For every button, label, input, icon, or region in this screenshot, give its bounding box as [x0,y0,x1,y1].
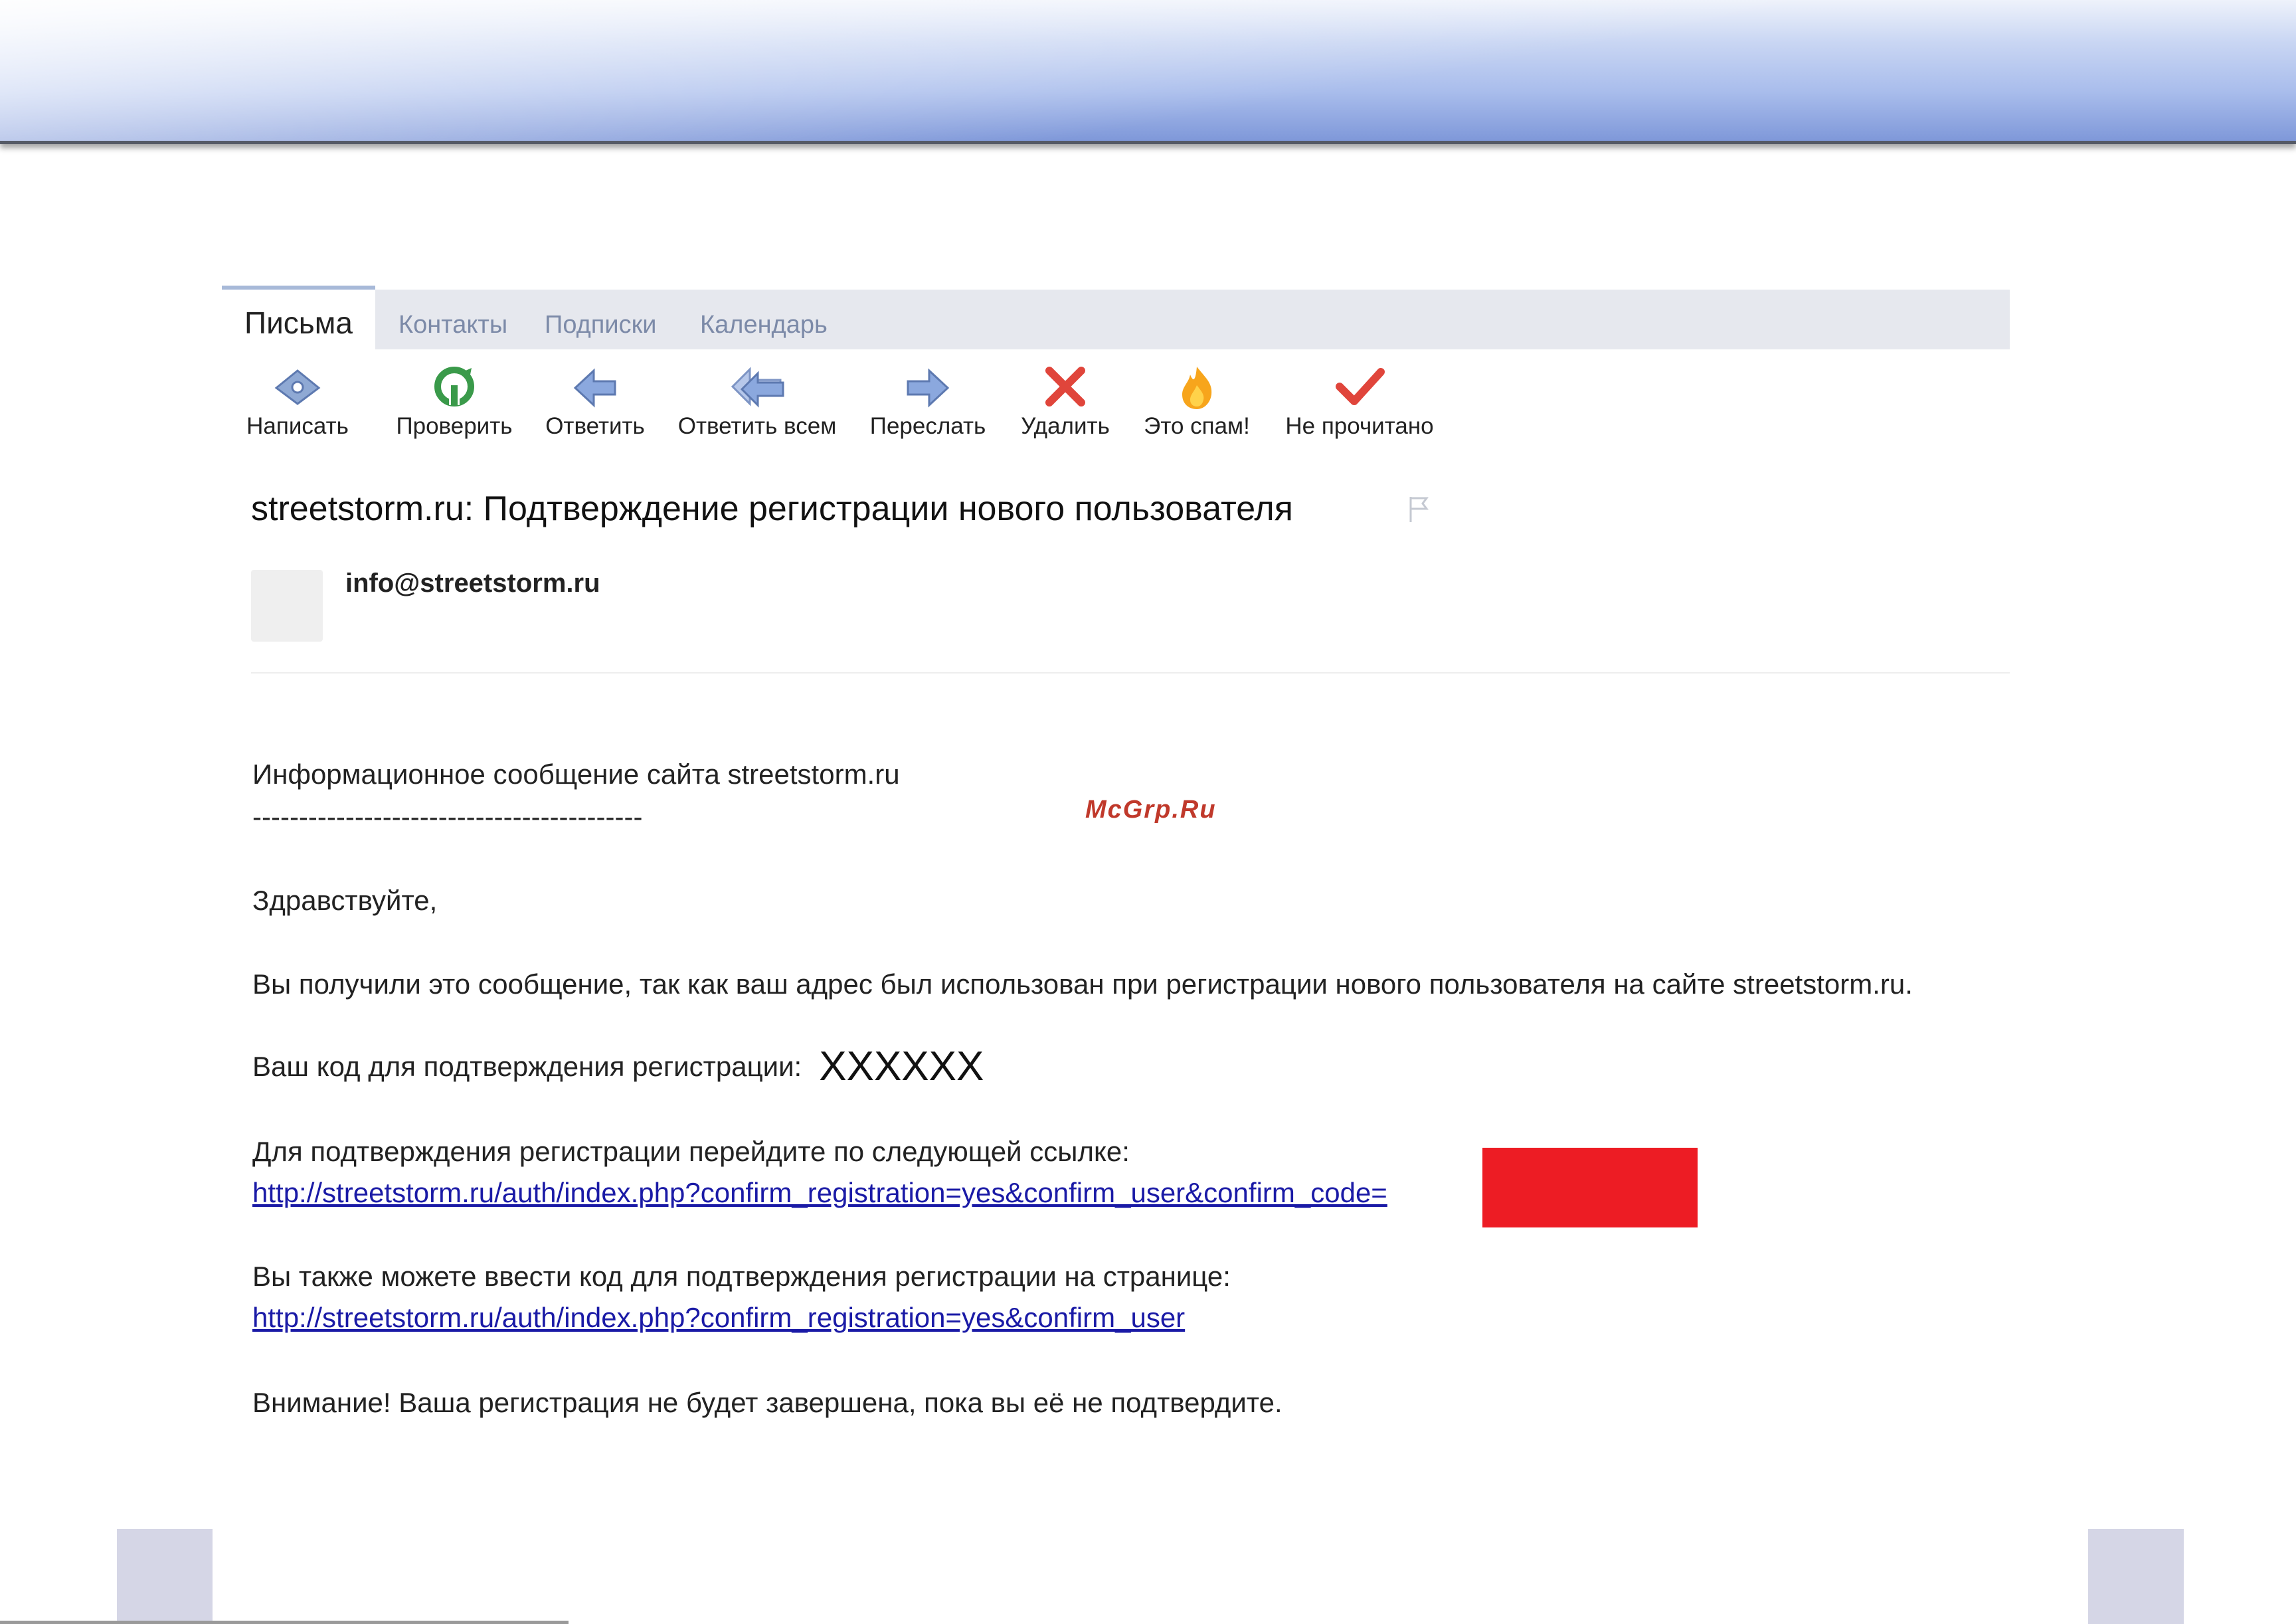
page-label: Вы также можете ввести код для подтвержд… [252,1261,1231,1292]
corner-block-left [117,1529,213,1624]
corner-block-right [2088,1529,2184,1624]
greeting-line: Здравствуйте, [252,885,438,916]
reply-label: Ответить [545,413,645,439]
mark-unread-label: Не прочитано [1285,413,1434,439]
tab-subscriptions[interactable]: Подписки [545,290,656,349]
tab-calendar[interactable]: Календарь [700,290,828,349]
code-line: Ваш код для подтверждения регистрации: XX… [252,1043,984,1090]
reply-button[interactable]: Ответить [539,361,651,440]
spam-label: Это спам! [1144,413,1250,439]
delete-icon [1045,367,1085,406]
confirmation-code: XXXXXX [819,1043,984,1089]
sender-address[interactable]: info@streetstorm.ru [345,569,600,598]
dash-separator: ----------------------------------------… [252,801,643,832]
tab-letters[interactable]: Письма [222,286,375,353]
redaction-box [1482,1148,1698,1227]
checkmark-icon [1336,368,1385,405]
tab-contacts[interactable]: Контакты [398,290,507,349]
header-banner [0,0,2296,144]
compose-label: Написать [246,413,349,439]
check-mail-button[interactable]: Проверить [389,361,519,440]
compose-button[interactable]: Написать [239,361,356,440]
info-line: Информационное сообщение сайта streetsto… [252,759,900,790]
reply-all-icon [731,367,784,408]
reply-all-button[interactable]: Ответить всем [672,361,842,440]
mail-tab-bar: Письма Контакты Подписки Календарь [222,286,2010,353]
message-subject: streetstorm.ru: Подтверждение регистраци… [251,490,1293,528]
banner-sheen [0,0,2296,141]
compose-icon [274,369,321,405]
flag-icon[interactable] [1407,494,1431,523]
avatar [251,570,323,642]
refresh-icon [434,367,474,406]
forward-label: Переслать [869,413,986,439]
reply-all-label: Ответить всем [677,413,837,439]
warning-line: Внимание! Ваша регистрация не будет заве… [252,1387,1282,1418]
forward-icon [907,368,950,408]
spam-flame-icon [1182,367,1212,409]
code-label: Ваш код для подтверждения регистрации: [252,1051,802,1082]
watermark: McGrp.Ru [1085,796,1217,824]
confirm-link[interactable]: http://streetstorm.ru/auth/index.php?con… [252,1177,1387,1209]
mark-unread-button[interactable]: Не прочитано [1277,361,1443,440]
delete-label: Удалить [1021,413,1110,439]
confirm-label: Для подтверждения регистрации перейдите … [252,1136,1130,1167]
delete-button[interactable]: Удалить [1015,361,1116,440]
bottom-rule [0,1621,569,1624]
check-mail-label: Проверить [396,413,513,439]
reason-line: Вы получили это сообщение, так как ваш а… [252,968,1913,1000]
forward-button[interactable]: Переслать [863,361,992,440]
spam-button[interactable]: Это спам! [1137,361,1257,440]
reply-icon [573,368,616,408]
page-link[interactable]: http://streetstorm.ru/auth/index.php?con… [252,1302,1185,1334]
header-divider [251,672,2010,674]
